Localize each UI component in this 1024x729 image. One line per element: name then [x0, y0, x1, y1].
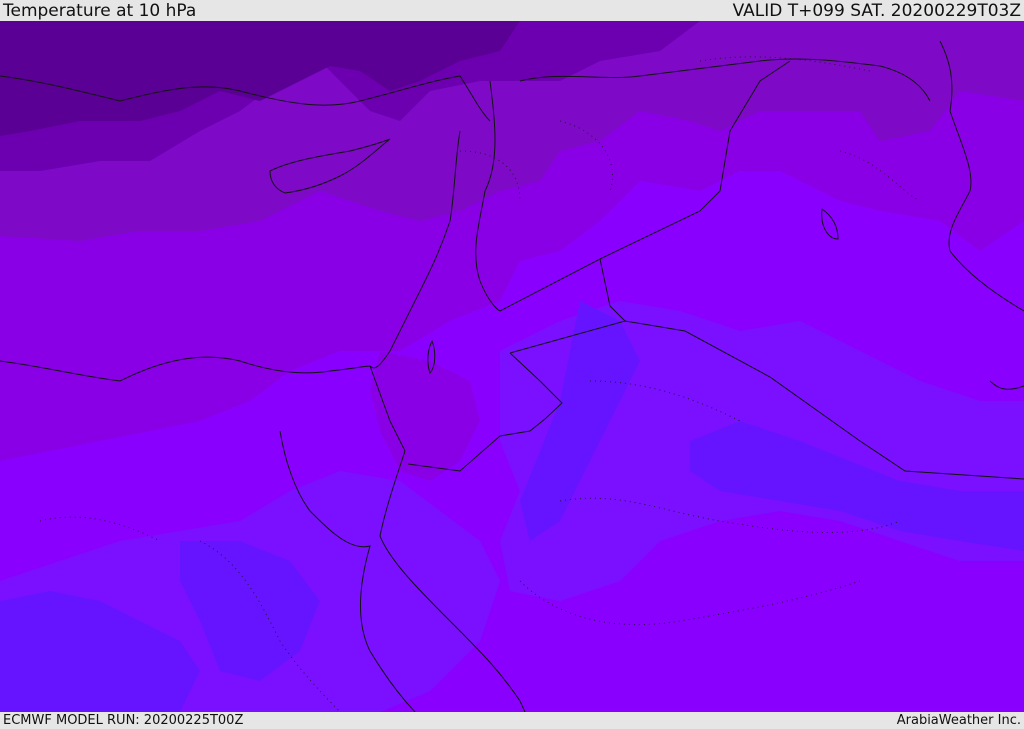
footer-bar: ECMWF MODEL RUN: 20200225T00Z ArabiaWeat… — [0, 712, 1024, 729]
map-canvas — [0, 21, 1024, 712]
map-title: Temperature at 10 hPa — [3, 0, 197, 21]
credit: ArabiaWeather Inc. — [896, 713, 1021, 728]
valid-time: VALID T+099 SAT. 20200229T03Z — [732, 0, 1021, 21]
model-run: ECMWF MODEL RUN: 20200225T00Z — [3, 713, 244, 728]
header-bar: Temperature at 10 hPa VALID T+099 SAT. 2… — [0, 0, 1024, 21]
temperature-map[interactable] — [0, 21, 1024, 712]
